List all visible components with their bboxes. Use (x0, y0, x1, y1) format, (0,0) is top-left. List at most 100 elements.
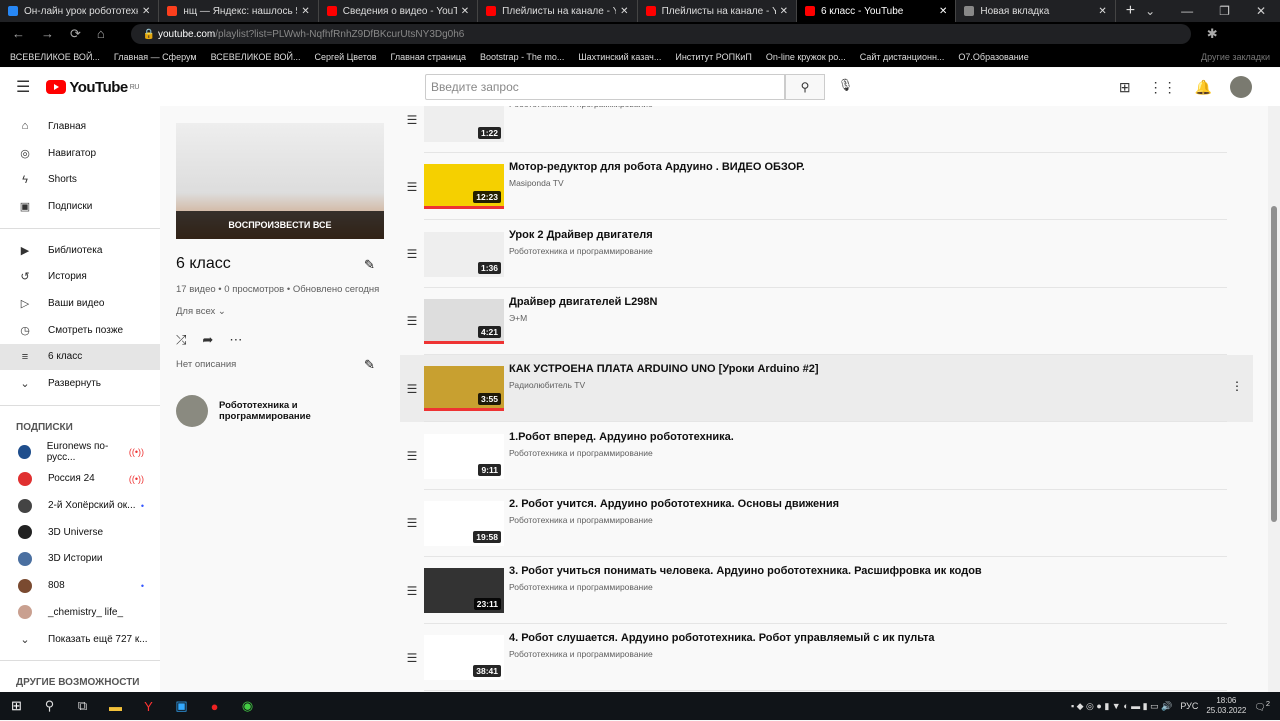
playlist-video-item[interactable]: ☰ 12:23 Мотор-редуктор для робота Ардуино … (400, 153, 1253, 221)
show-more-subscriptions[interactable]: ⌄ Показать ещё 727 к... (0, 626, 160, 653)
play-all-button[interactable]: ВОСПРОИЗВЕСТИ ВСЕ (176, 211, 384, 239)
close-tab-icon[interactable]: ✕ (780, 6, 788, 17)
tab-0[interactable]: Он-лайн урок робототехники ✕ (0, 0, 160, 22)
bookmark-item[interactable]: ВСЕВЕЛИКОЕ ВОЙ... (211, 52, 301, 62)
drag-handle-icon[interactable]: ☰ (400, 247, 424, 261)
sidebar-item-2[interactable]: ϟ Shorts (0, 166, 160, 193)
video-title[interactable]: Урок 2 Драйвер двигателя (509, 229, 653, 241)
search-icon[interactable]: ⚲ (33, 698, 66, 714)
subscription-item[interactable]: Euronews по-русс... ((•)) (0, 439, 160, 466)
more-actions-icon[interactable]: ⋮ (1231, 379, 1243, 393)
forward-icon[interactable]: → (41, 26, 54, 42)
tab-4[interactable]: Плейлисты на канале - YouTube ✕ (638, 0, 797, 22)
video-thumbnail[interactable]: 19:58 (424, 500, 504, 546)
sidebar-library-item-4[interactable]: ≡ 6 класс (0, 343, 160, 371)
playlist-video-item[interactable]: ☰ 19:58 2. Робот учится. Ардуино робототех… (400, 490, 1253, 557)
bookmark-item[interactable]: ВСЕВЕЛИКОЕ ВОЙ... (10, 52, 100, 62)
close-window-icon[interactable]: ✕ (1256, 4, 1266, 18)
drag-handle-icon[interactable]: ☰ (400, 584, 424, 598)
video-thumbnail[interactable]: 23:11 (424, 568, 504, 614)
menu-icon[interactable]: ☰ (16, 77, 30, 97)
playlist-video-item[interactable]: ☰ 1:36 Урок 2 Драйвер двигателя Робототехни… (400, 221, 1253, 288)
sidebar-library-item-3[interactable]: ◷ Смотреть позже (0, 317, 160, 344)
tab-search-icon[interactable]: ⌄ (1145, 4, 1155, 18)
video-title[interactable]: 4. Робот слушается. Ардуино робототехник… (509, 632, 935, 644)
minimize-icon[interactable]: — (1181, 4, 1193, 18)
tray-icons[interactable]: ▪ ◆ ◎ ● ▮ ▼ ◐ ▬ ▮ ▭ 🔊 (1071, 701, 1172, 712)
bookmark-item[interactable]: Главная — Сферум (114, 52, 197, 62)
chrome-icon[interactable]: ◉ (231, 698, 264, 714)
playlist-video-item[interactable]: ☰ 23:11 3. Робот учиться понимать человека… (400, 557, 1253, 625)
sidebar-library-item-1[interactable]: ↺ История (0, 263, 160, 290)
tab-6[interactable]: Новая вкладка ✕ (956, 0, 1116, 22)
recorder-icon[interactable]: ● (198, 699, 231, 714)
bookmark-item[interactable]: Сергей Цветов (315, 52, 377, 62)
sidebar-item-0[interactable]: ⌂ Главная (0, 113, 160, 140)
video-channel[interactable]: Робототехника и программирование (509, 448, 734, 458)
bookmark-item[interactable]: On-line кружок ро... (766, 52, 846, 62)
language-indicator[interactable]: РУС (1180, 701, 1198, 711)
app-icon[interactable]: ▣ (165, 698, 198, 714)
extensions-icon[interactable]: ✱ (1207, 26, 1218, 42)
edit-title-icon[interactable]: ✎ (364, 257, 375, 273)
playlist-video-item[interactable]: ☰ 1:22 Робототехника и программирование (400, 106, 1253, 153)
bookmark-item[interactable]: Институт РОПКиП (675, 52, 751, 62)
microphone-icon[interactable]: 🎙 (838, 78, 853, 92)
drag-handle-icon[interactable]: ☰ (400, 180, 424, 194)
subscription-item[interactable]: 3D Истории (0, 546, 160, 573)
url-input[interactable]: 🔒 youtube.com/playlist?list=PLWwh-NqfhfR… (130, 24, 1191, 44)
windows-start-icon[interactable]: ⊞ (0, 698, 33, 714)
video-thumbnail[interactable]: 1:36 (424, 231, 504, 277)
drag-handle-icon[interactable]: ☰ (400, 314, 424, 328)
close-tab-icon[interactable]: ✕ (939, 6, 947, 17)
bookmark-item[interactable]: Шахтинский казач... (578, 52, 661, 62)
playlist-video-item[interactable]: ☰ 4:21 Драйвер двигателей L298N Э+М (400, 288, 1253, 355)
task-view-icon[interactable]: ⧉ (66, 698, 99, 714)
subscription-item[interactable]: 2-й Хопёрский ок... • (0, 492, 160, 519)
video-title[interactable]: 1.Робот вперед. Ардуино робототехника. (509, 431, 734, 443)
close-tab-icon[interactable]: ✕ (461, 6, 469, 17)
video-title[interactable]: 3. Робот учиться понимать человека. Арду… (509, 565, 982, 577)
video-thumbnail[interactable]: 38:41 (424, 635, 504, 681)
bookmark-item[interactable]: Главная страница (391, 52, 467, 62)
subscription-item[interactable]: 3D Universe (0, 519, 160, 546)
close-tab-icon[interactable]: ✕ (620, 6, 628, 17)
shuffle-icon[interactable]: ⤮ (176, 332, 186, 348)
subscription-item[interactable]: 808 • (0, 572, 160, 599)
search-input[interactable]: Введите запрос (425, 74, 785, 100)
new-tab-icon[interactable]: + (1116, 2, 1145, 20)
bookmark-item[interactable]: Сайт дистанционн... (860, 52, 945, 62)
video-thumbnail[interactable]: 4:21 (424, 298, 504, 344)
sidebar-library-item-0[interactable]: ▶ Библиотека (0, 237, 160, 264)
video-channel[interactable]: Робототехника и программирование (509, 106, 653, 109)
close-tab-icon[interactable]: ✕ (1098, 6, 1106, 17)
video-channel[interactable]: Masiponda TV (509, 178, 805, 188)
video-title[interactable]: Драйвер двигателей L298N (509, 296, 657, 308)
video-thumbnail[interactable]: 12:23 (424, 164, 504, 210)
scrollbar-thumb[interactable] (1271, 206, 1277, 522)
notifications-icon[interactable]: 🗨2 (1254, 699, 1270, 713)
close-tab-icon[interactable]: ✕ (142, 6, 150, 17)
bookmark-item[interactable]: О7.Образование (958, 52, 1028, 62)
playlist-video-item[interactable]: ☰ 38:41 4. Робот слушается. Ардуино робото… (400, 624, 1253, 692)
video-title[interactable]: 2. Робот учится. Ардуино робототехника. … (509, 498, 839, 510)
drag-handle-icon[interactable]: ☰ (400, 449, 424, 463)
video-channel[interactable]: Радиолюбитель TV (509, 380, 819, 390)
subscription-item[interactable]: Россия 24 ((•)) (0, 466, 160, 493)
video-channel[interactable]: Робототехника и программирование (509, 246, 653, 256)
edit-description-icon[interactable]: ✎ (364, 357, 375, 373)
tab-2[interactable]: Сведения о видео - YouTube St ✕ (319, 0, 479, 22)
home-icon[interactable]: ⌂ (97, 26, 105, 42)
close-tab-icon[interactable]: ✕ (301, 6, 309, 17)
drag-handle-icon[interactable]: ☰ (400, 382, 424, 396)
apps-icon[interactable]: ⋮⋮ (1149, 79, 1177, 96)
back-icon[interactable]: ← (12, 26, 25, 42)
drag-handle-icon[interactable]: ☰ (400, 516, 424, 530)
video-thumbnail[interactable]: 1:22 (424, 106, 504, 142)
avatar[interactable] (1230, 76, 1252, 98)
drag-handle-icon[interactable]: ☰ (400, 113, 424, 127)
clock[interactable]: 18:06 25.03.2022 (1206, 696, 1246, 716)
video-thumbnail[interactable]: 3:55 (424, 366, 504, 412)
sidebar-item-3[interactable]: ▣ Подписки (0, 193, 160, 220)
privacy-dropdown[interactable]: Для всех ⌄ (176, 306, 226, 317)
